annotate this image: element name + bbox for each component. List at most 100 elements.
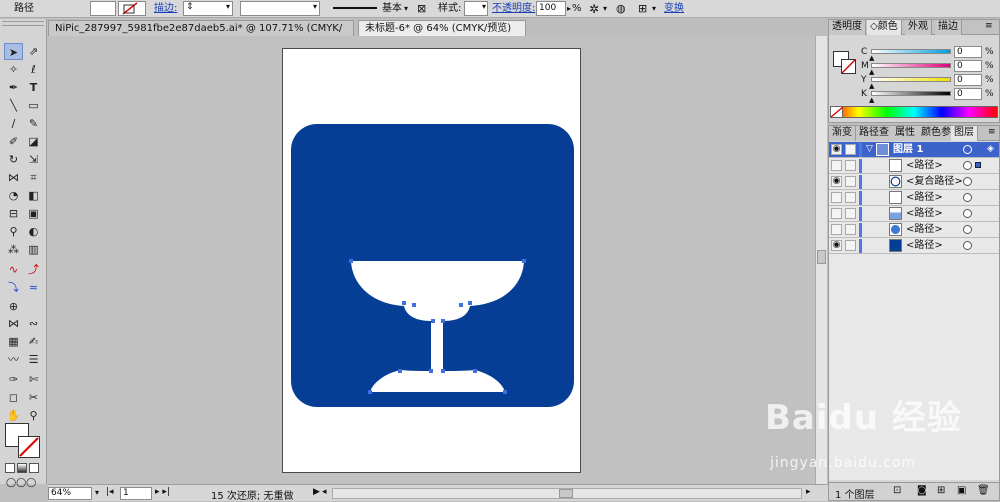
draw-mode-buttons[interactable]: ◯◯◯ (6, 477, 42, 488)
tab-transparency[interactable]: 透明度 (829, 20, 866, 35)
pencil-tool-icon[interactable]: ✎ (24, 115, 43, 132)
visibility-eye-icon[interactable]: ◉ (831, 144, 842, 155)
tab-color-guide[interactable]: 颜色参 (918, 126, 955, 141)
selection-tool-icon[interactable]: ➤ (4, 43, 23, 60)
stroke-label-link[interactable]: 描边: (154, 2, 177, 16)
scroll-thumb[interactable] (559, 489, 573, 498)
list-tool-icon[interactable]: ☰ (24, 351, 43, 368)
item-target-icon[interactable] (963, 225, 972, 234)
color-mode-button[interactable] (5, 463, 15, 473)
item-name[interactable]: <路径> (906, 223, 943, 237)
envelope-tool-icon[interactable]: ⋈ (4, 315, 23, 332)
make-clipping-mask-icon[interactable]: ◙ (917, 485, 927, 496)
horizontal-scrollbar[interactable] (332, 488, 802, 499)
scale-tool-icon[interactable]: ⇲ (24, 151, 43, 168)
live-paint-tool-icon[interactable]: ◧ (24, 187, 43, 204)
convert-anchor-tool-icon[interactable]: ⤴ (24, 261, 43, 278)
lock-toggle[interactable] (845, 160, 856, 171)
gradient-tool-icon[interactable]: ▣ (24, 205, 43, 222)
page-select[interactable]: 1 (120, 487, 152, 500)
panel-grip[interactable] (2, 21, 44, 26)
item-name[interactable]: <路径> (906, 207, 943, 221)
gradient-mode-button[interactable] (17, 463, 27, 473)
direct-selection-tool-icon[interactable]: ⇗ (24, 43, 43, 60)
hand-tool-icon[interactable]: ✋ (4, 407, 23, 424)
scissors-tool-icon[interactable]: ✂ (24, 389, 43, 406)
stroke-color-swatch[interactable] (18, 436, 40, 458)
layer-item-row[interactable]: <路径> (829, 190, 999, 206)
tab-color[interactable]: ◇颜色 (867, 20, 902, 35)
opacity-input[interactable]: 100 (536, 1, 566, 16)
paintbrush-tool-icon[interactable]: ∕ (4, 115, 23, 132)
item-target-icon[interactable] (963, 161, 972, 170)
graph-line-tool-icon[interactable]: 〰 (4, 351, 23, 368)
channel-value-input[interactable]: 0 (954, 60, 982, 72)
lock-toggle[interactable] (845, 240, 856, 251)
item-target-icon[interactable] (963, 209, 972, 218)
graphic-style-swatch[interactable]: ▾ (464, 1, 488, 16)
first-page-icon[interactable]: |◂ (106, 487, 114, 497)
layer-item-row[interactable]: ◉ <复合路径> (829, 174, 999, 190)
tab-layers[interactable]: 图层 (951, 126, 978, 141)
item-target-icon[interactable] (963, 241, 972, 250)
chevron-down-icon[interactable]: ▾ (603, 2, 607, 16)
tab-pathfinder[interactable]: 路径查 (856, 126, 893, 141)
layer-target-icon[interactable] (963, 145, 972, 154)
scroll-thumb[interactable] (817, 250, 826, 264)
width-tool-icon[interactable]: ⋈ (4, 169, 23, 186)
lock-toggle[interactable] (845, 192, 856, 203)
next-page-icon[interactable]: ▸ ▸| (155, 487, 170, 497)
pen-tool-icon[interactable]: ✒ (4, 79, 23, 96)
opacity-label-link[interactable]: 不透明度: (492, 2, 535, 16)
mesh-tool-icon[interactable]: ▦ (4, 333, 23, 350)
channel-slider[interactable] (871, 63, 951, 68)
locate-object-icon[interactable]: ⊡ (893, 485, 901, 496)
recolor-icon[interactable]: ✲ (589, 2, 599, 16)
artboard[interactable] (282, 48, 581, 473)
canvas-area[interactable] (48, 36, 815, 484)
visibility-eye-icon[interactable] (831, 192, 842, 203)
color-spectrum-bar[interactable] (830, 106, 998, 118)
tab-gradient[interactable]: 渐变 (829, 126, 856, 141)
layer-name[interactable]: 图层 1 (893, 143, 923, 157)
channel-slider[interactable] (871, 91, 951, 96)
tab-appearance[interactable]: 外观 (905, 20, 932, 35)
tab-stroke[interactable]: 描边 (935, 20, 962, 35)
color-stroke-swatch[interactable] (841, 59, 856, 74)
chevron-down-icon[interactable]: ▾ (652, 2, 656, 16)
eyedropper-tool-icon[interactable]: ⚲ (4, 223, 23, 240)
visibility-eye-icon[interactable] (831, 224, 842, 235)
align-reference-icon[interactable]: ⊞ (638, 2, 647, 16)
status-menu-icon[interactable]: ▶ (313, 487, 320, 497)
artboard-tool-icon[interactable]: ◻ (4, 389, 23, 406)
visibility-eye-icon[interactable] (831, 208, 842, 219)
layer-item-row[interactable]: <路径> (829, 158, 999, 174)
line-tool-icon[interactable]: ╲ (4, 97, 23, 114)
blob-brush-tool-icon[interactable]: ✐ (4, 133, 23, 150)
scroll-right-icon[interactable]: ▸ (806, 487, 811, 497)
brush-library-icon[interactable]: ⊠ (417, 2, 426, 16)
type-tool-icon[interactable]: T (24, 79, 43, 96)
symbol-sprayer-tool-icon[interactable]: ⁂ (4, 241, 23, 258)
item-name[interactable]: <路径> (906, 191, 943, 205)
chevron-right-icon[interactable]: ▸ (567, 2, 571, 16)
panel-menu-icon[interactable]: ≡ (985, 21, 993, 31)
blend-tool-icon[interactable]: ◐ (24, 223, 43, 240)
lock-toggle[interactable] (845, 224, 856, 235)
slider-handle[interactable]: ▲ (869, 96, 874, 104)
stroke-profile-label[interactable]: 基本 (382, 2, 402, 16)
tab-attributes[interactable]: 属性 (892, 126, 919, 141)
column-graph-tool-icon[interactable]: ▥ (24, 241, 43, 258)
channel-slider[interactable] (871, 77, 951, 82)
item-name[interactable]: <路径> (906, 239, 943, 253)
new-layer-icon[interactable]: ▣ (957, 485, 966, 496)
delete-anchor-tool-icon[interactable]: ≈ (24, 279, 43, 296)
channel-value-input[interactable]: 0 (954, 74, 982, 86)
tab-document-2[interactable]: 未标题-6* @ 64% (CMYK/预览)✕ (358, 20, 526, 49)
lock-toggle[interactable] (845, 144, 856, 155)
visibility-eye-icon[interactable]: ◉ (831, 176, 842, 187)
tab-document-1[interactable]: NiPic_287997_5981fbe2e87daeb5.ai* @ 107.… (48, 20, 354, 49)
zoom-tool-icon[interactable]: ⚲ (24, 407, 43, 424)
eraser-tool-icon[interactable]: ◪ (24, 133, 43, 150)
chevron-down-icon[interactable]: ▾ (95, 488, 99, 497)
